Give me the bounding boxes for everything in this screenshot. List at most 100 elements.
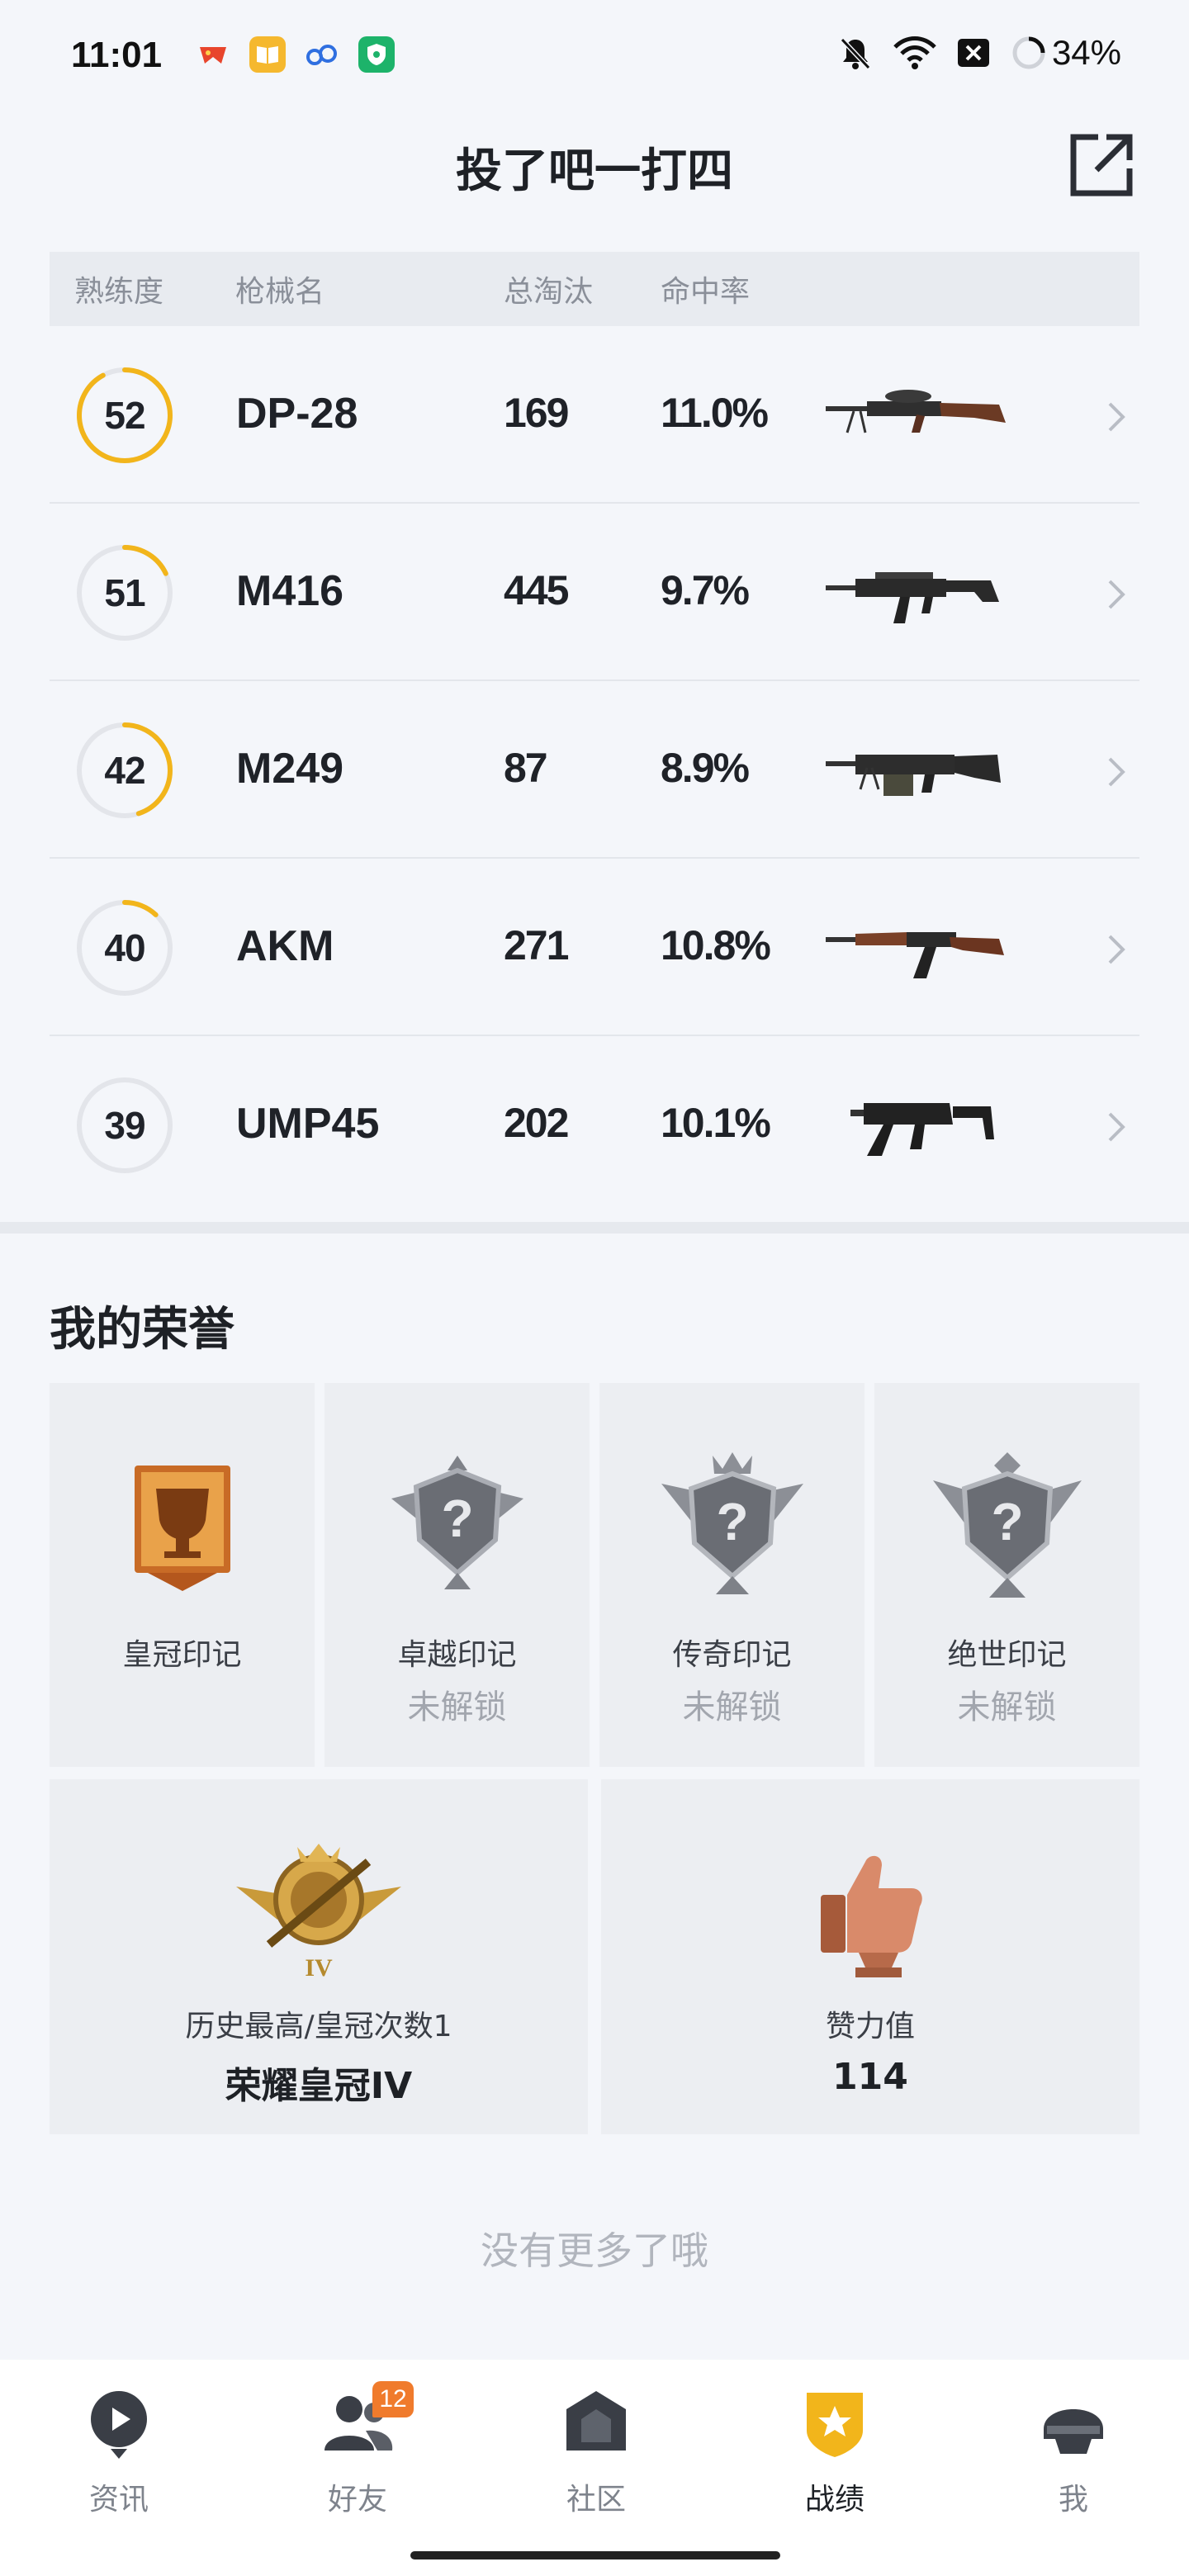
proficiency-value: 52 xyxy=(104,394,145,437)
home-indicator[interactable] xyxy=(410,2551,780,2559)
proficiency-value: 51 xyxy=(104,571,145,614)
cloud-app-icon xyxy=(304,36,340,73)
likes-label: 赞力值 xyxy=(825,2010,915,2043)
proficiency-value: 39 xyxy=(104,1104,145,1147)
ump45-gun-image xyxy=(850,1103,994,1156)
likes-card[interactable]: 赞力值 114 xyxy=(601,1779,1139,2134)
honor-card-legend[interactable]: ? 传奇印记 未解锁 xyxy=(599,1383,865,1767)
svg-text:?: ? xyxy=(441,1489,473,1548)
dp28-gun-image xyxy=(826,390,1006,433)
honor-label: 卓越印记 xyxy=(397,1638,517,1672)
chevron-right-icon xyxy=(1108,580,1125,609)
locked-legend-badge-icon: ? xyxy=(661,1452,803,1594)
m416-gun-image xyxy=(826,572,999,623)
record-shield-star-icon xyxy=(807,2393,863,2457)
weapon-accuracy: 9.7% xyxy=(661,567,750,613)
honor-status: 未解锁 xyxy=(957,1688,1057,1726)
game-app-icon xyxy=(195,36,231,73)
rank-value: 荣耀皇冠IV xyxy=(225,2065,413,2107)
share-out-icon xyxy=(1070,134,1133,197)
chevron-right-icon xyxy=(1108,402,1125,432)
weapon-row-m416[interactable]: 51 M416 445 9.7% xyxy=(50,504,1139,681)
honors-title: 我的荣誉 xyxy=(50,1303,234,1357)
chevron-right-icon xyxy=(1108,1112,1125,1142)
chevron-right-icon xyxy=(1108,757,1125,787)
section-divider xyxy=(0,1222,1189,1234)
akm-gun-image xyxy=(826,932,1004,978)
locked-peerless-badge-icon: ? xyxy=(932,1452,1082,1598)
nav-label: 我 xyxy=(1058,2483,1088,2517)
weapon-name: AKM xyxy=(236,922,334,970)
chevron-right-icon xyxy=(1108,935,1125,964)
rank-card[interactable]: IV 历史最高/皇冠次数1 荣耀皇冠IV xyxy=(50,1779,588,2134)
proficiency-value: 42 xyxy=(104,749,145,792)
honor-card-excellence[interactable]: ? 卓越印记 未解锁 xyxy=(324,1383,590,1767)
helmet-profile-icon xyxy=(1044,2409,1103,2454)
weapon-row-ump45[interactable]: 39 UMP45 202 10.1% xyxy=(50,1036,1139,1214)
thumbs-up-trophy-icon xyxy=(821,1855,922,1977)
header-kills: 总淘汰 xyxy=(504,275,594,309)
nav-label: 社区 xyxy=(566,2483,626,2517)
honor-summary-grid: IV 历史最高/皇冠次数1 荣耀皇冠IV 赞力值 114 xyxy=(50,1779,1139,2134)
share-button[interactable] xyxy=(1065,129,1138,201)
header-accuracy: 命中率 xyxy=(661,275,751,309)
nav-tab-news[interactable]: 资讯 xyxy=(36,2384,201,2517)
weapon-row-akm[interactable]: 40 AKM 271 10.8% xyxy=(50,859,1139,1036)
nav-label: 好友 xyxy=(327,2483,387,2517)
loading-ring-icon xyxy=(1012,36,1045,69)
weapon-row-dp28[interactable]: 52 DP-28 169 11.0% xyxy=(50,326,1139,504)
likes-value: 114 xyxy=(832,2056,908,2098)
honor-status: 未解锁 xyxy=(407,1688,507,1726)
status-time: 11:01 xyxy=(71,35,163,75)
nav-tab-me[interactable]: 我 xyxy=(991,2384,1156,2517)
nav-label: 战绩 xyxy=(804,2483,865,2517)
honor-card-crown[interactable]: 皇冠印记 xyxy=(50,1383,315,1767)
weapon-kills: 169 xyxy=(504,390,569,436)
honor-card-peerless[interactable]: ? 绝世印记 未解锁 xyxy=(874,1383,1139,1767)
friends-badge: 12 xyxy=(372,2381,414,2417)
honor-label: 绝世印记 xyxy=(947,1638,1067,1672)
status-right: 34% xyxy=(837,33,1121,73)
svg-text:?: ? xyxy=(991,1492,1023,1551)
nav-tab-community[interactable]: 社区 xyxy=(514,2384,679,2517)
honor-badge-grid: 皇冠印记 ? 卓越印记 未解锁 ? 传奇印记 未解锁 ? 绝世印记 未解锁 xyxy=(50,1383,1139,1767)
status-app-icons xyxy=(195,36,395,73)
nav-tab-records[interactable]: 战绩 xyxy=(752,2384,917,2517)
weapon-name: UMP45 xyxy=(236,1100,380,1148)
svg-text:?: ? xyxy=(716,1492,748,1551)
proficiency-value: 40 xyxy=(104,926,145,969)
honor-status: 未解锁 xyxy=(682,1688,782,1726)
bottom-nav: 资讯 12 好友 社区 战绩 我 xyxy=(0,2360,1189,2576)
shield-app-icon xyxy=(358,36,395,73)
header-proficiency: 熟练度 xyxy=(74,275,164,309)
weapon-table: 熟练度 枪械名 总淘汰 命中率 52 DP-28 169 11.0% 51 M4… xyxy=(50,252,1139,1214)
weapon-name: M416 xyxy=(236,567,344,615)
community-house-icon xyxy=(566,2391,626,2451)
wifi-icon xyxy=(893,36,936,69)
book-app-icon xyxy=(249,36,286,73)
end-of-list-text: 没有更多了哦 xyxy=(481,2228,708,2273)
nav-label: 资讯 xyxy=(88,2483,149,2517)
honor-label: 传奇印记 xyxy=(672,1638,792,1672)
header: 投了吧一打四 xyxy=(0,116,1189,215)
weapon-kills: 87 xyxy=(504,745,548,791)
table-header: 熟练度 枪械名 总淘汰 命中率 xyxy=(50,252,1139,326)
weapon-name: M249 xyxy=(236,745,344,793)
rank-label: 历史最高/皇冠次数1 xyxy=(185,2010,452,2043)
weapon-kills: 445 xyxy=(504,567,569,613)
page-title: 投了吧一打四 xyxy=(456,144,733,198)
locked-excellence-badge-icon: ? xyxy=(391,1456,523,1589)
weapon-row-m249[interactable]: 42 M249 87 8.9% xyxy=(50,681,1139,859)
nav-tab-friends[interactable]: 12 好友 xyxy=(275,2381,440,2517)
close-box-icon xyxy=(957,39,989,67)
status-bar: 11:01 34% xyxy=(0,0,1189,107)
rank-mark: IV xyxy=(305,1954,333,1982)
weapon-accuracy: 10.1% xyxy=(661,1100,771,1146)
battery-percent: 34% xyxy=(1051,33,1121,72)
weapon-kills: 202 xyxy=(504,1100,569,1146)
weapon-accuracy: 10.8% xyxy=(661,922,771,968)
m249-gun-image xyxy=(826,755,1001,796)
news-play-icon xyxy=(91,2391,147,2459)
weapon-name: DP-28 xyxy=(236,390,358,438)
crown-rank-emblem-icon: IV xyxy=(236,1844,401,1982)
